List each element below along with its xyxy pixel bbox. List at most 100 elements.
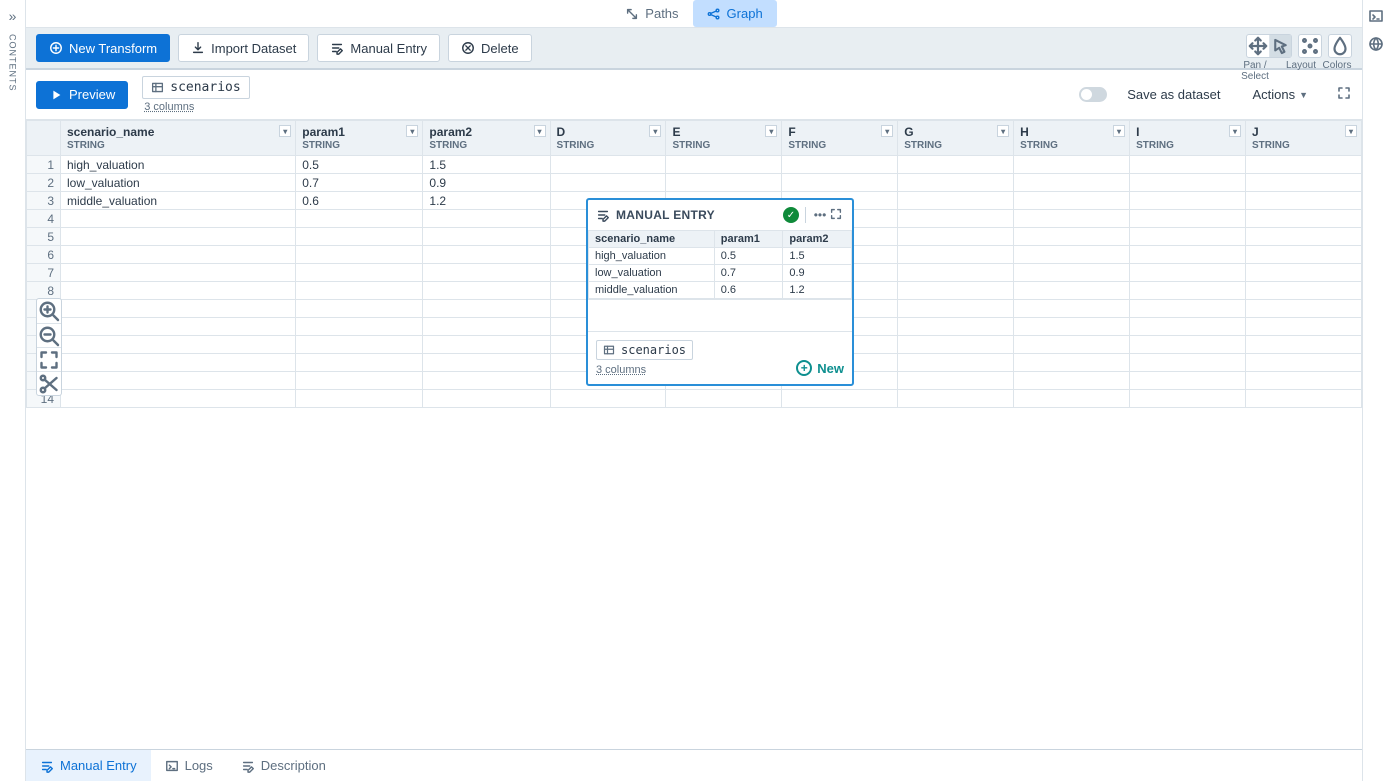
- grid-cell[interactable]: [61, 228, 296, 246]
- grid-cell[interactable]: 0.5: [296, 156, 423, 174]
- grid-cell[interactable]: [782, 390, 898, 408]
- grid-col-header[interactable]: param2STRING▾: [423, 121, 550, 156]
- preview-columns-count[interactable]: 3 columns: [144, 101, 249, 113]
- node-dataset-chip[interactable]: scenarios: [596, 340, 693, 360]
- grid-cell[interactable]: [1130, 210, 1246, 228]
- tab-graph[interactable]: Graph: [693, 0, 777, 27]
- grid-cell[interactable]: [1014, 264, 1130, 282]
- manual-entry-node[interactable]: MANUAL ENTRY ✓ ••• scenario_nameparam1pa…: [586, 198, 854, 386]
- grid-cell[interactable]: [423, 318, 550, 336]
- column-menu-button[interactable]: ▾: [881, 125, 893, 137]
- grid-cell[interactable]: [1130, 318, 1246, 336]
- grid-cell[interactable]: [423, 264, 550, 282]
- grid-cell[interactable]: [1245, 336, 1361, 354]
- grid-cell[interactable]: [296, 246, 423, 264]
- grid-cell[interactable]: [666, 174, 782, 192]
- grid-cell[interactable]: [1014, 192, 1130, 210]
- grid-col-header[interactable]: FSTRING▾: [782, 121, 898, 156]
- preview-expand-button[interactable]: [1336, 85, 1352, 104]
- grid-cell[interactable]: [1130, 192, 1246, 210]
- grid-col-header[interactable]: HSTRING▾: [1014, 121, 1130, 156]
- delete-button[interactable]: Delete: [448, 34, 532, 62]
- grid-cell[interactable]: [898, 336, 1014, 354]
- grid-cell[interactable]: [550, 156, 666, 174]
- select-mode-button[interactable]: [1269, 35, 1291, 57]
- grid-cell[interactable]: [423, 354, 550, 372]
- grid-cell[interactable]: [1245, 210, 1361, 228]
- grid-cell[interactable]: [423, 228, 550, 246]
- actions-menu[interactable]: Actions ▼: [1252, 87, 1308, 102]
- grid-cell[interactable]: [898, 264, 1014, 282]
- column-menu-button[interactable]: ▾: [765, 125, 777, 137]
- grid-cell[interactable]: [1245, 354, 1361, 372]
- column-menu-button[interactable]: ▾: [997, 125, 1009, 137]
- grid-cell[interactable]: [423, 246, 550, 264]
- grid-cell[interactable]: [550, 390, 666, 408]
- node-menu-button[interactable]: •••: [812, 208, 828, 222]
- column-menu-button[interactable]: ▾: [1229, 125, 1241, 137]
- grid-cell[interactable]: [1130, 336, 1246, 354]
- grid-cell[interactable]: 0.9: [423, 174, 550, 192]
- grid-cell[interactable]: [1245, 390, 1361, 408]
- column-menu-button[interactable]: ▾: [1113, 125, 1125, 137]
- grid-cell[interactable]: [1245, 246, 1361, 264]
- grid-cell[interactable]: [296, 210, 423, 228]
- new-transform-button[interactable]: New Transform: [36, 34, 170, 62]
- grid-cell[interactable]: [1014, 156, 1130, 174]
- grid-cell[interactable]: [423, 300, 550, 318]
- grid-cell[interactable]: [61, 390, 296, 408]
- grid-cell[interactable]: middle_valuation: [61, 192, 296, 210]
- grid-cell[interactable]: [1014, 336, 1130, 354]
- grid-cell[interactable]: [61, 246, 296, 264]
- column-menu-button[interactable]: ▾: [406, 125, 418, 137]
- globe-button[interactable]: [1368, 36, 1384, 52]
- grid-col-header[interactable]: JSTRING▾: [1245, 121, 1361, 156]
- grid-cell[interactable]: [423, 210, 550, 228]
- grid-cell[interactable]: [898, 174, 1014, 192]
- grid-cell[interactable]: [1130, 300, 1246, 318]
- grid-cell[interactable]: [898, 390, 1014, 408]
- grid-cell[interactable]: [296, 228, 423, 246]
- grid-cell[interactable]: [1245, 156, 1361, 174]
- import-dataset-button[interactable]: Import Dataset: [178, 34, 309, 62]
- grid-cell[interactable]: [1014, 318, 1130, 336]
- grid-cell[interactable]: [1245, 228, 1361, 246]
- grid-cell[interactable]: [1245, 372, 1361, 390]
- grid-cell[interactable]: [423, 372, 550, 390]
- grid-cell[interactable]: [296, 390, 423, 408]
- node-new-button[interactable]: + New: [796, 360, 844, 376]
- grid-cell[interactable]: [666, 156, 782, 174]
- grid-cell[interactable]: [61, 264, 296, 282]
- zoom-out-button[interactable]: [37, 323, 61, 347]
- layout-button[interactable]: [1299, 35, 1321, 57]
- grid-cell[interactable]: high_valuation: [61, 156, 296, 174]
- grid-cell[interactable]: [423, 336, 550, 354]
- grid-cell[interactable]: [1014, 246, 1130, 264]
- grid-cell[interactable]: [898, 354, 1014, 372]
- grid-col-header[interactable]: GSTRING▾: [898, 121, 1014, 156]
- fit-button[interactable]: [37, 347, 61, 371]
- grid-cell[interactable]: [296, 318, 423, 336]
- grid-cell[interactable]: [1014, 300, 1130, 318]
- grid-cell[interactable]: 0.7: [296, 174, 423, 192]
- grid-cell[interactable]: [782, 156, 898, 174]
- grid-cell[interactable]: [898, 210, 1014, 228]
- snip-button[interactable]: [37, 371, 61, 395]
- grid-cell[interactable]: [296, 354, 423, 372]
- column-menu-button[interactable]: ▾: [1345, 125, 1357, 137]
- console-button[interactable]: [1368, 8, 1384, 24]
- grid-cell[interactable]: [423, 282, 550, 300]
- node-expand-button[interactable]: [828, 207, 844, 224]
- bottom-tab-description[interactable]: Description: [227, 750, 340, 781]
- grid-cell[interactable]: [423, 390, 550, 408]
- grid-cell[interactable]: [1130, 264, 1246, 282]
- grid-cell[interactable]: [1130, 390, 1246, 408]
- column-menu-button[interactable]: ▾: [534, 125, 546, 137]
- grid-col-header[interactable]: ESTRING▾: [666, 121, 782, 156]
- grid-cell[interactable]: [1014, 282, 1130, 300]
- grid-cell[interactable]: [898, 300, 1014, 318]
- column-menu-button[interactable]: ▾: [279, 125, 291, 137]
- save-as-dataset-toggle[interactable]: [1079, 87, 1107, 102]
- grid-cell[interactable]: [898, 156, 1014, 174]
- grid-cell[interactable]: [61, 210, 296, 228]
